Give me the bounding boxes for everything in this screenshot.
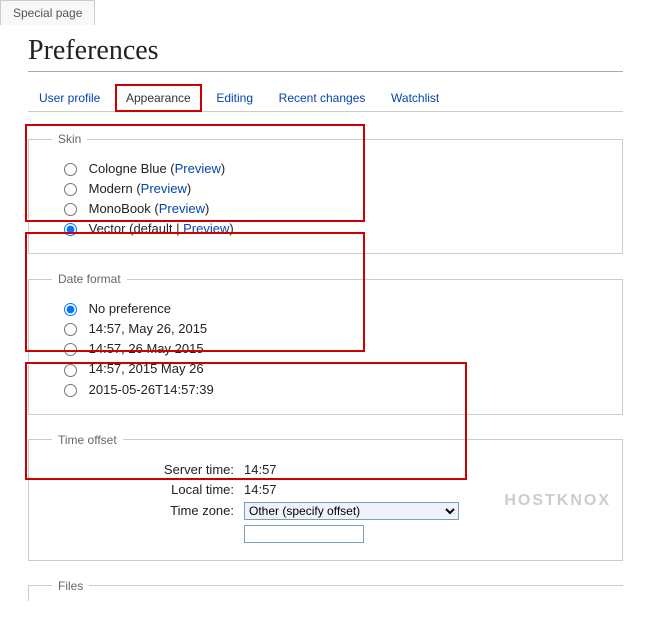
date-label: 2015-05-26T14:57:39 [89, 382, 214, 397]
timezone-label: Time zone: [44, 503, 244, 518]
radio-nopref[interactable] [64, 303, 77, 316]
local-time-value: 14:57 [244, 482, 277, 497]
server-time-row: Server time: 14:57 [44, 462, 607, 477]
skin-legend: Skin [52, 132, 87, 146]
offset-input-row [44, 525, 607, 543]
preference-tabs: User profile Appearance Editing Recent c… [28, 84, 623, 112]
time-offset-legend: Time offset [52, 433, 123, 447]
radio-df1[interactable] [64, 323, 77, 336]
radio-df2[interactable] [64, 343, 77, 356]
date-option-4[interactable]: 2015-05-26T14:57:39 [64, 382, 607, 397]
radio-modern[interactable] [64, 183, 77, 196]
content-area: Preferences User profile Appearance Edit… [0, 25, 651, 639]
skin-option-monobook[interactable]: MonoBook (Preview) [64, 201, 607, 216]
tab-recent-changes[interactable]: Recent changes [268, 84, 377, 111]
date-label: 14:57, 26 May 2015 [89, 341, 204, 356]
skin-label: Cologne Blue [89, 161, 167, 176]
skin-label: Modern [89, 181, 133, 196]
tab-editing[interactable]: Editing [205, 84, 264, 111]
files-fieldset: Files [28, 579, 623, 601]
skin-fieldset: Skin Cologne Blue (Preview) Modern (Prev… [28, 132, 623, 254]
tab-appearance[interactable]: Appearance [115, 84, 202, 112]
preview-link[interactable]: Preview [183, 221, 229, 236]
tab-user-profile[interactable]: User profile [28, 84, 111, 111]
page-title: Preferences [28, 35, 623, 72]
radio-monobook[interactable] [64, 203, 77, 216]
timezone-row: Time zone: Other (specify offset) [44, 502, 607, 520]
radio-df4[interactable] [64, 384, 77, 397]
date-label: 14:57, May 26, 2015 [89, 321, 208, 336]
preview-link[interactable]: Preview [141, 181, 187, 196]
timezone-select[interactable]: Other (specify offset) [244, 502, 459, 520]
date-option-3[interactable]: 14:57, 2015 May 26 [64, 361, 607, 376]
server-time-value: 14:57 [244, 462, 277, 477]
date-label: No preference [89, 301, 171, 316]
local-time-row: Local time: 14:57 [44, 482, 607, 497]
skin-label: Vector [89, 221, 126, 236]
skin-option-modern[interactable]: Modern (Preview) [64, 181, 607, 196]
files-legend: Files [52, 579, 89, 593]
date-label: 14:57, 2015 May 26 [89, 361, 204, 376]
special-page-tab: Special page [0, 0, 95, 25]
date-option-2[interactable]: 14:57, 26 May 2015 [64, 341, 607, 356]
default-label: default [133, 221, 172, 236]
skin-label: MonoBook [89, 201, 151, 216]
date-format-legend: Date format [52, 272, 127, 286]
radio-cologne-blue[interactable] [64, 163, 77, 176]
radio-vector[interactable] [64, 223, 77, 236]
local-time-label: Local time: [44, 482, 244, 497]
time-offset-fieldset: Time offset Server time: 14:57 Local tim… [28, 433, 623, 561]
skin-option-cologne-blue[interactable]: Cologne Blue (Preview) [64, 161, 607, 176]
date-option-1[interactable]: 14:57, May 26, 2015 [64, 321, 607, 336]
date-format-fieldset: Date format No preference 14:57, May 26,… [28, 272, 623, 414]
radio-df3[interactable] [64, 364, 77, 377]
preview-link[interactable]: Preview [159, 201, 205, 216]
date-option-nopref[interactable]: No preference [64, 301, 607, 316]
offset-input[interactable] [244, 525, 364, 543]
tab-watchlist[interactable]: Watchlist [380, 84, 450, 111]
server-time-label: Server time: [44, 462, 244, 477]
preview-link[interactable]: Preview [175, 161, 221, 176]
skin-option-vector[interactable]: Vector (default | Preview) [64, 221, 607, 236]
